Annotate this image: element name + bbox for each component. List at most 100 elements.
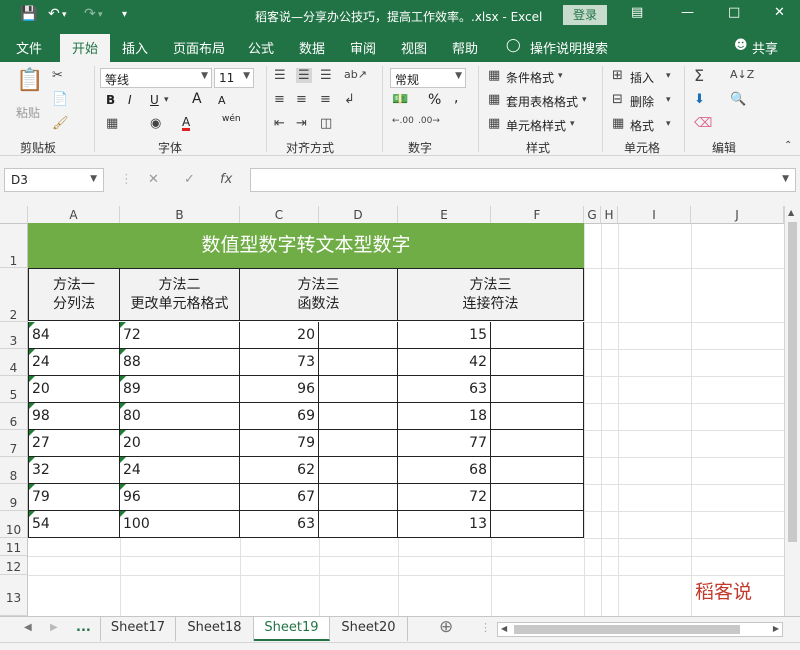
increase-decimal-icon[interactable]: ←.00 bbox=[392, 116, 414, 126]
maximize-icon[interactable]: □ bbox=[728, 5, 740, 20]
tell-me-search[interactable]: 操作说明搜索 bbox=[530, 38, 608, 57]
cell-a7[interactable]: 27 bbox=[28, 430, 120, 457]
share-button[interactable]: 共享 bbox=[752, 38, 778, 57]
row-header-5[interactable]: 5 bbox=[0, 376, 28, 403]
number-format-select[interactable]: 常规 ▼ bbox=[390, 68, 466, 88]
merge-center-icon[interactable]: ◫ bbox=[320, 116, 332, 131]
header-method1[interactable]: 方法一 分列法 bbox=[28, 268, 120, 321]
cell-b8[interactable]: 24 bbox=[120, 457, 240, 484]
table-format-button[interactable]: 套用表格格式 bbox=[506, 93, 578, 110]
horizontal-scrollbar[interactable]: ◀ ▶ bbox=[497, 622, 783, 637]
scroll-tabs-left-icon[interactable]: ◀ bbox=[24, 622, 32, 633]
name-box[interactable]: D3 ▼ bbox=[4, 168, 104, 192]
row-header-8[interactable]: 8 bbox=[0, 457, 28, 484]
cell-d7[interactable] bbox=[319, 430, 398, 457]
save-icon[interactable]: 💾 bbox=[20, 6, 37, 22]
cell-f10[interactable] bbox=[491, 511, 584, 538]
cancel-icon[interactable]: ✕ bbox=[148, 172, 159, 187]
tab-view[interactable]: 视图 bbox=[401, 38, 427, 57]
format-cells-button[interactable]: 格式 bbox=[630, 117, 654, 134]
redo-icon[interactable]: ↷ bbox=[84, 6, 96, 22]
cell-e3[interactable]: 15 bbox=[398, 322, 491, 349]
conditional-format-button[interactable]: 条件格式 bbox=[506, 69, 554, 86]
increase-indent-icon[interactable]: ⇥ bbox=[296, 116, 307, 131]
fill-color-icon[interactable]: ◉ bbox=[150, 116, 161, 131]
cell-e7[interactable]: 77 bbox=[398, 430, 491, 457]
cell-d6[interactable] bbox=[319, 403, 398, 430]
sort-filter-icon[interactable]: A↓Z bbox=[730, 68, 754, 81]
row-header-10[interactable]: 10 bbox=[0, 511, 28, 538]
cell-f8[interactable] bbox=[491, 457, 584, 484]
scroll-right-icon[interactable]: ▶ bbox=[773, 624, 779, 633]
expand-formula-icon[interactable]: ▼ bbox=[782, 174, 789, 184]
header-method2[interactable]: 方法二 更改单元格格式 bbox=[120, 268, 240, 321]
cell-b3[interactable]: 72 bbox=[120, 322, 240, 349]
column-header-c[interactable]: C bbox=[240, 206, 319, 224]
autosum-icon[interactable]: Σ bbox=[694, 66, 704, 85]
tab-insert[interactable]: 插入 bbox=[122, 38, 148, 57]
cell-a8[interactable]: 32 bbox=[28, 457, 120, 484]
row-header-13[interactable]: 13 bbox=[0, 575, 28, 616]
bold-button[interactable]: B bbox=[106, 93, 115, 107]
currency-icon[interactable]: 💵 bbox=[392, 92, 408, 107]
decrease-decimal-icon[interactable]: .00→ bbox=[418, 116, 440, 126]
column-header-f[interactable]: F bbox=[491, 206, 584, 224]
sheet-tab-20[interactable]: Sheet20 bbox=[330, 617, 408, 641]
font-color-button[interactable]: A bbox=[182, 116, 191, 131]
cell-a10[interactable]: 54 bbox=[28, 511, 120, 538]
minimize-icon[interactable]: — bbox=[681, 5, 694, 20]
cell-a4[interactable]: 24 bbox=[28, 349, 120, 376]
tab-page-layout[interactable]: 页面布局 bbox=[173, 38, 225, 57]
column-header-g[interactable]: G bbox=[584, 206, 601, 224]
cell-c3[interactable]: 20 bbox=[240, 322, 319, 349]
percent-button[interactable]: % bbox=[428, 92, 441, 108]
cell-a3[interactable]: 84 bbox=[28, 322, 120, 349]
cell-c8[interactable]: 62 bbox=[240, 457, 319, 484]
scroll-up-icon[interactable]: ▲ bbox=[788, 208, 794, 217]
underline-dropdown-icon[interactable]: ▾ bbox=[164, 95, 169, 105]
cell-b10[interactable]: 100 bbox=[120, 511, 240, 538]
column-header-i[interactable]: I bbox=[618, 206, 691, 224]
align-right-icon[interactable]: ≡ bbox=[320, 92, 331, 107]
align-bottom-icon[interactable]: ☰ bbox=[320, 68, 332, 83]
tab-formulas[interactable]: 公式 bbox=[248, 38, 274, 57]
delete-cells-button[interactable]: 删除 bbox=[630, 93, 654, 110]
undo-dropdown-icon[interactable]: ▾ bbox=[62, 10, 67, 20]
header-method4[interactable]: 方法三 连接符法 bbox=[398, 268, 584, 321]
cell-d9[interactable] bbox=[319, 484, 398, 511]
tab-home[interactable]: 开始 bbox=[60, 34, 111, 62]
cell-c6[interactable]: 69 bbox=[240, 403, 319, 430]
header-method3[interactable]: 方法三 函数法 bbox=[240, 268, 398, 321]
insert-cells-button[interactable]: 插入 bbox=[630, 69, 654, 86]
undo-icon[interactable]: ↶ bbox=[48, 6, 60, 22]
cut-icon[interactable]: ✂ bbox=[52, 68, 63, 83]
cell-e6[interactable]: 18 bbox=[398, 403, 491, 430]
more-sheets-button[interactable]: ... bbox=[76, 620, 91, 635]
cell-style-button[interactable]: 单元格样式 bbox=[506, 117, 566, 134]
row-header-7[interactable]: 7 bbox=[0, 430, 28, 457]
shrink-font-button[interactable]: A bbox=[218, 94, 226, 107]
cell-f3[interactable] bbox=[491, 322, 584, 349]
column-header-e[interactable]: E bbox=[398, 206, 491, 224]
row-header-3[interactable]: 3 bbox=[0, 322, 28, 349]
cell-f9[interactable] bbox=[491, 484, 584, 511]
cell-c7[interactable]: 79 bbox=[240, 430, 319, 457]
cell-e4[interactable]: 42 bbox=[398, 349, 491, 376]
cell-f5[interactable] bbox=[491, 376, 584, 403]
cell-c5[interactable]: 96 bbox=[240, 376, 319, 403]
vertical-scrollbar[interactable]: ▲ bbox=[784, 206, 800, 616]
find-select-icon[interactable]: 🔍 bbox=[730, 92, 746, 107]
tab-file[interactable]: 文件 bbox=[16, 38, 42, 57]
cell-f6[interactable] bbox=[491, 403, 584, 430]
paste-label[interactable]: 粘贴 bbox=[16, 104, 40, 121]
vertical-scroll-thumb[interactable] bbox=[788, 222, 797, 542]
column-header-a[interactable]: A bbox=[28, 206, 120, 224]
row-header-6[interactable]: 6 bbox=[0, 403, 28, 430]
decrease-indent-icon[interactable]: ⇤ bbox=[274, 116, 285, 131]
ribbon-display-icon[interactable]: ▤ bbox=[631, 5, 643, 20]
sheet-tab-19[interactable]: Sheet19 bbox=[254, 617, 330, 641]
align-middle-icon[interactable]: ☰ bbox=[296, 68, 312, 83]
sheet-tab-17[interactable]: Sheet17 bbox=[100, 617, 176, 641]
tab-review[interactable]: 审阅 bbox=[350, 38, 376, 57]
cell-d10[interactable] bbox=[319, 511, 398, 538]
